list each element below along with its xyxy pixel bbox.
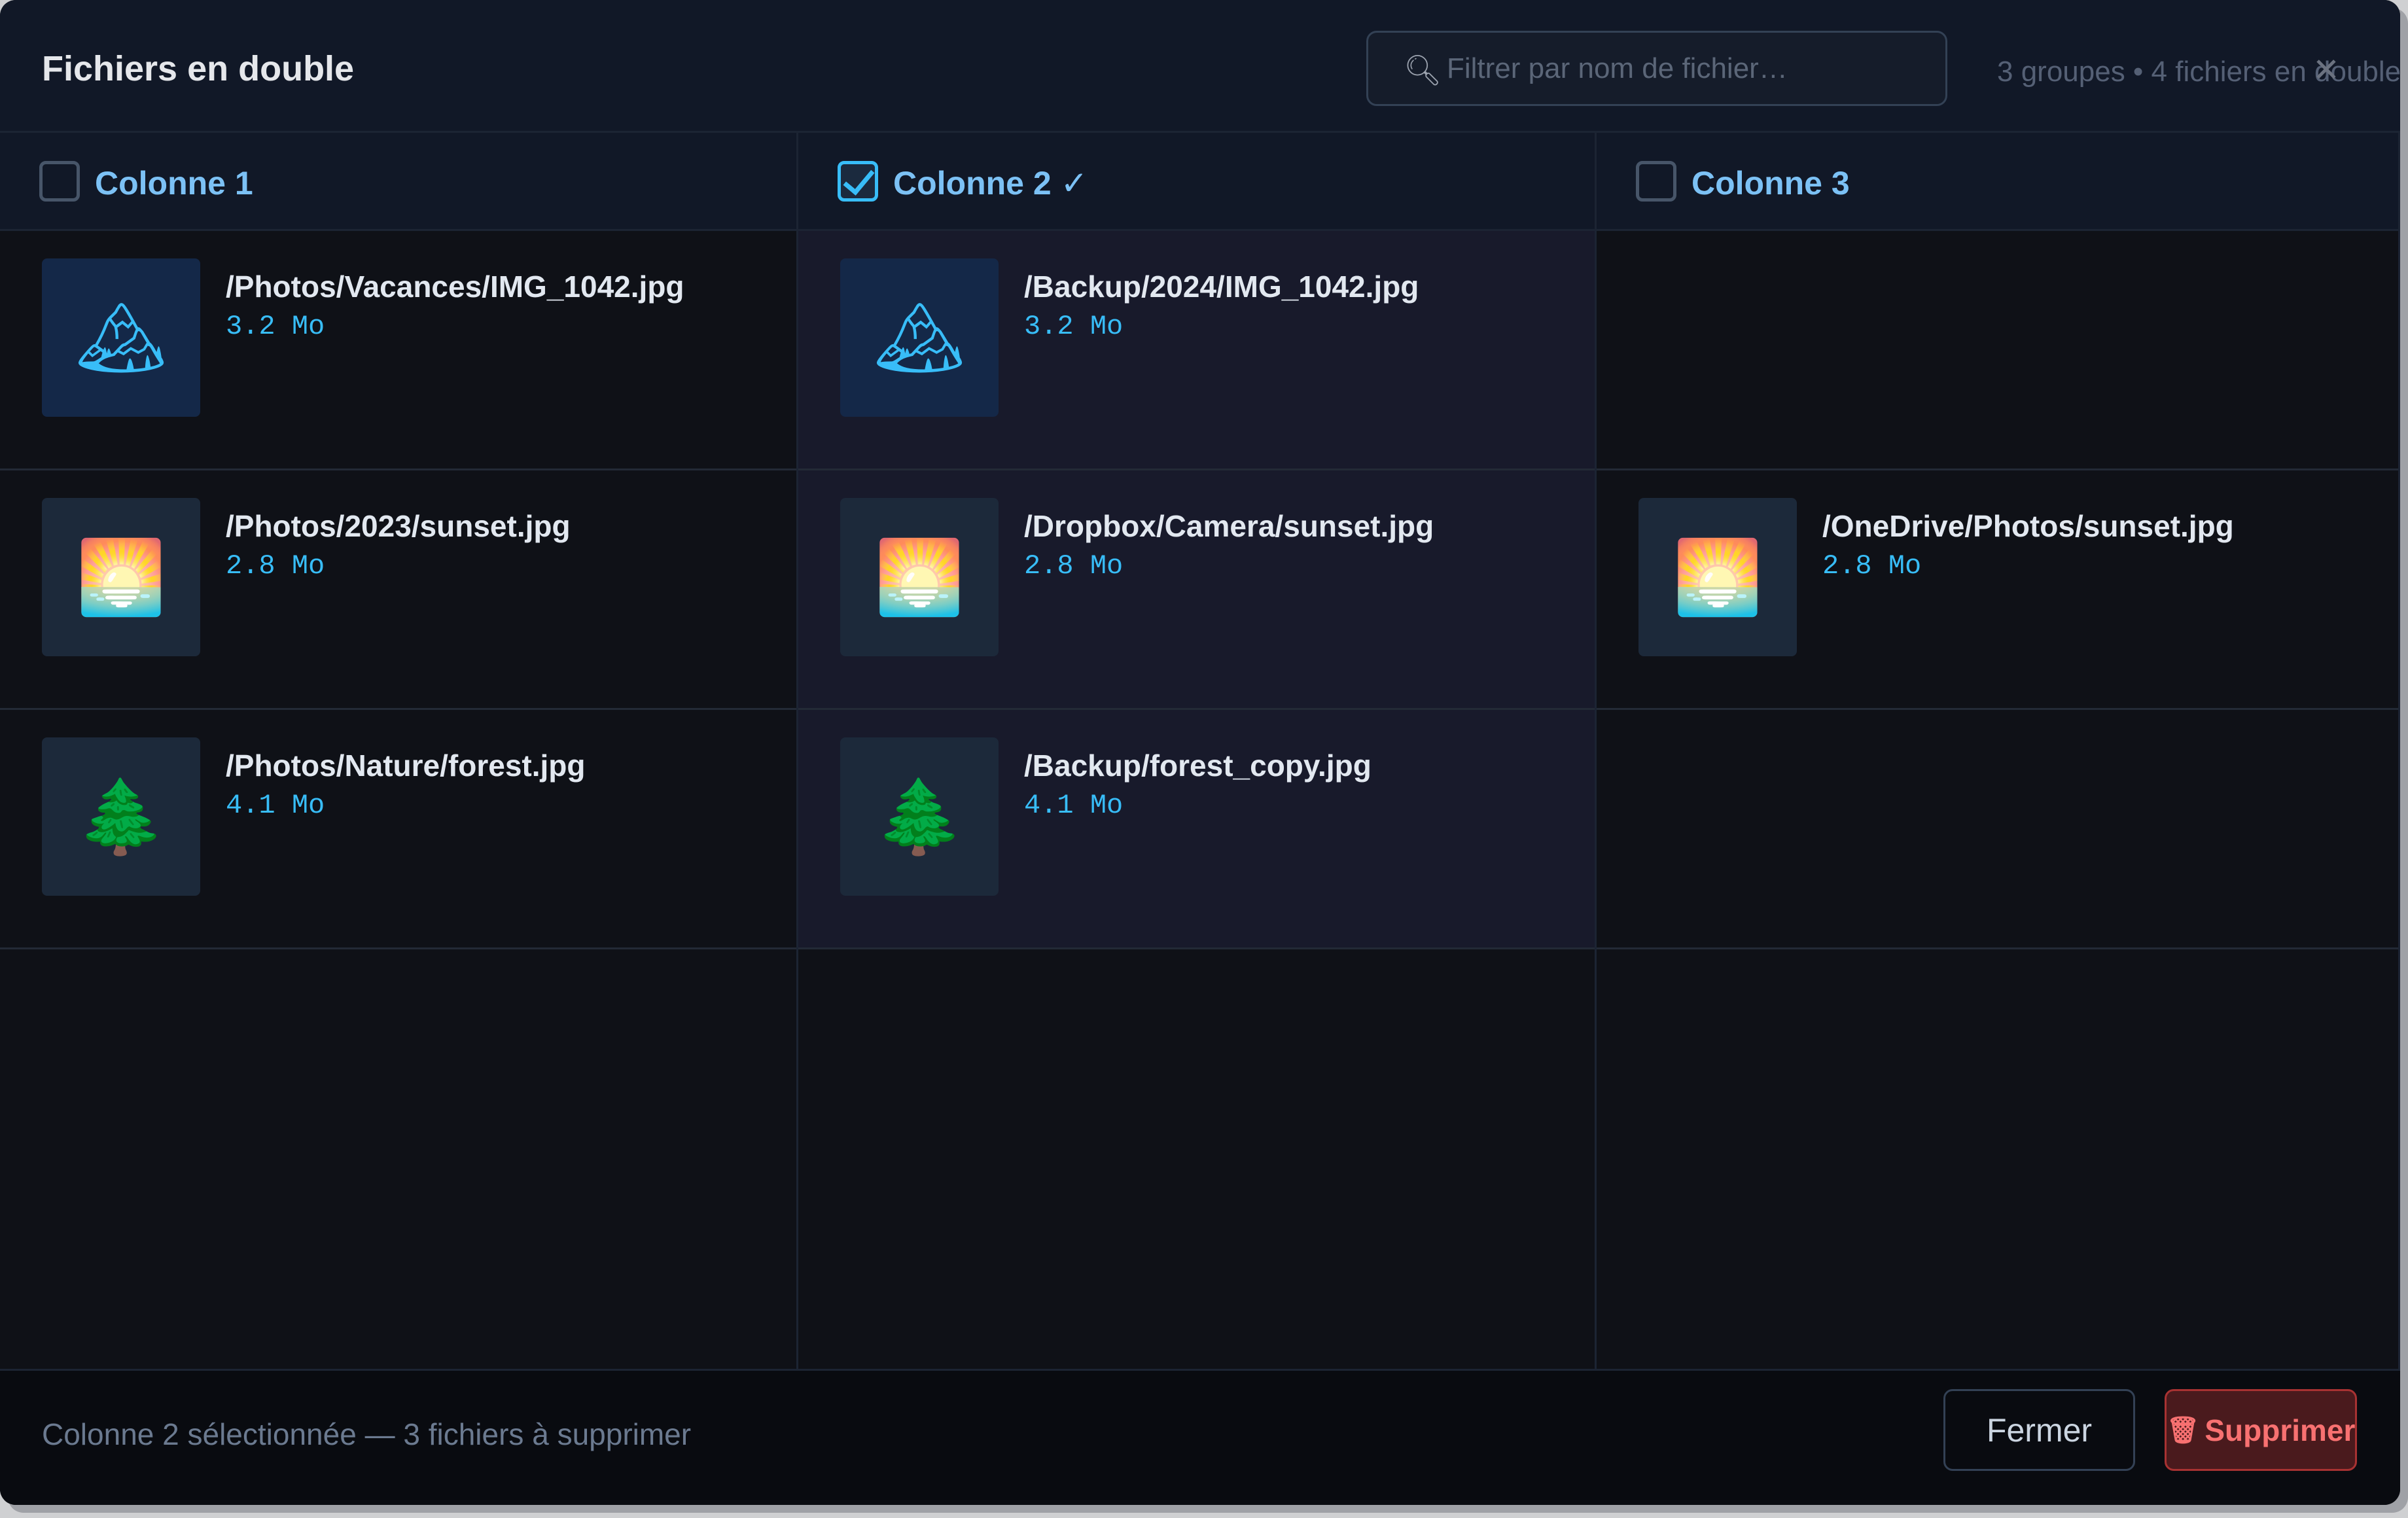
sunrise-icon: 🌅: [840, 498, 999, 656]
table-row[interactable]: 🌅 /Dropbox/Camera/sunset.jpg 2.8 Mo: [798, 470, 1595, 710]
tree-icon: 🌲: [840, 737, 999, 896]
file-size: 4.1 Mo: [1024, 790, 1124, 821]
delete-button-label: Supprimer: [2204, 1413, 2356, 1447]
delete-button[interactable]: 🗑 Supprimer: [2165, 1389, 2357, 1471]
file-size: 4.1 Mo: [226, 790, 325, 821]
column-label: Colonne 2 ✓: [893, 165, 1088, 202]
file-path: /Photos/Vacances/IMG_1042.jpg: [226, 270, 684, 304]
close-button[interactable]: Fermer: [1943, 1389, 2135, 1471]
dialog-footer: Colonne 2 sélectionnée — 3 fichiers à su…: [0, 1369, 2400, 1505]
file-path: /Dropbox/Camera/sunset.jpg: [1024, 509, 1434, 543]
column-checkbox-1[interactable]: [39, 161, 80, 202]
table-row[interactable]: 🏔 /Photos/Vacances/IMG_1042.jpg 3.2 Mo: [0, 231, 796, 470]
column-header-1[interactable]: Colonne 1: [0, 133, 798, 231]
column-body-3: 🌅 /OneDrive/Photos/sunset.jpg 2.8 Mo: [1597, 231, 2400, 1369]
table-row[interactable]: 🌲 /Backup/forest_copy.jpg 4.1 Mo: [798, 710, 1595, 949]
dialog-title: Fichiers en double: [42, 49, 355, 88]
selection-status: Colonne 2 sélectionnée — 3 fichiers à su…: [42, 1417, 692, 1451]
sunrise-icon: 🌅: [1638, 498, 1797, 656]
mountain-icon: 🏔: [840, 258, 999, 417]
column-body-2: 🏔 /Backup/2024/IMG_1042.jpg 3.2 Mo 🌅 /Dropbo…: [798, 231, 1597, 1369]
file-path: /Photos/2023/sunset.jpg: [226, 509, 571, 543]
mountain-icon: 🏔: [42, 258, 200, 417]
column-checkbox-3[interactable]: [1636, 161, 1676, 202]
file-size: 3.2 Mo: [226, 311, 325, 342]
column-label: Colonne 3: [1691, 165, 1850, 202]
file-size: 2.8 Mo: [1822, 550, 1922, 582]
file-path: /Backup/2024/IMG_1042.jpg: [1024, 270, 1419, 304]
tree-icon: 🌲: [42, 737, 200, 896]
search-icon: 🔍︎: [1404, 52, 1442, 88]
file-size: 2.8 Mo: [1024, 550, 1124, 582]
search-input[interactable]: [1447, 46, 1931, 92]
file-path: /OneDrive/Photos/sunset.jpg: [1822, 509, 2234, 543]
file-path: /Backup/forest_copy.jpg: [1024, 749, 1372, 783]
file-size: 2.8 Mo: [226, 550, 325, 582]
file-size: 3.2 Mo: [1024, 311, 1124, 342]
table-row[interactable]: 🌅 /Photos/2023/sunset.jpg 2.8 Mo: [0, 470, 796, 710]
dialog-header: Fichiers en double 🔍︎ 3 groupes • 4 fich…: [0, 0, 2400, 133]
sunrise-icon: 🌅: [42, 498, 200, 656]
table-row[interactable]: 🏔 /Backup/2024/IMG_1042.jpg 3.2 Mo: [798, 231, 1595, 470]
column-label: Colonne 1: [95, 165, 253, 202]
column-header-3[interactable]: Colonne 3: [1597, 133, 2400, 231]
column-body-1: 🏔 /Photos/Vacances/IMG_1042.jpg 3.2 Mo 🌅 /Ph…: [0, 231, 798, 1369]
column-header-2[interactable]: Colonne 2 ✓: [798, 133, 1597, 231]
file-path: /Photos/Nature/forest.jpg: [226, 749, 586, 783]
duplicate-files-dialog: Fichiers en double 🔍︎ 3 groupes • 4 fich…: [0, 0, 2400, 1505]
table-row: [1597, 231, 2398, 470]
table-row: [1597, 710, 2398, 949]
close-icon[interactable]: ✕: [2312, 51, 2340, 89]
table-row[interactable]: 🌅 /OneDrive/Photos/sunset.jpg 2.8 Mo: [1597, 470, 2398, 710]
column-checkbox-2[interactable]: [838, 161, 878, 202]
table-row[interactable]: 🌲 /Photos/Nature/forest.jpg 4.1 Mo: [0, 710, 796, 949]
trash-icon: 🗑: [2166, 1415, 2200, 1445]
search-box[interactable]: 🔍︎: [1366, 31, 1947, 106]
